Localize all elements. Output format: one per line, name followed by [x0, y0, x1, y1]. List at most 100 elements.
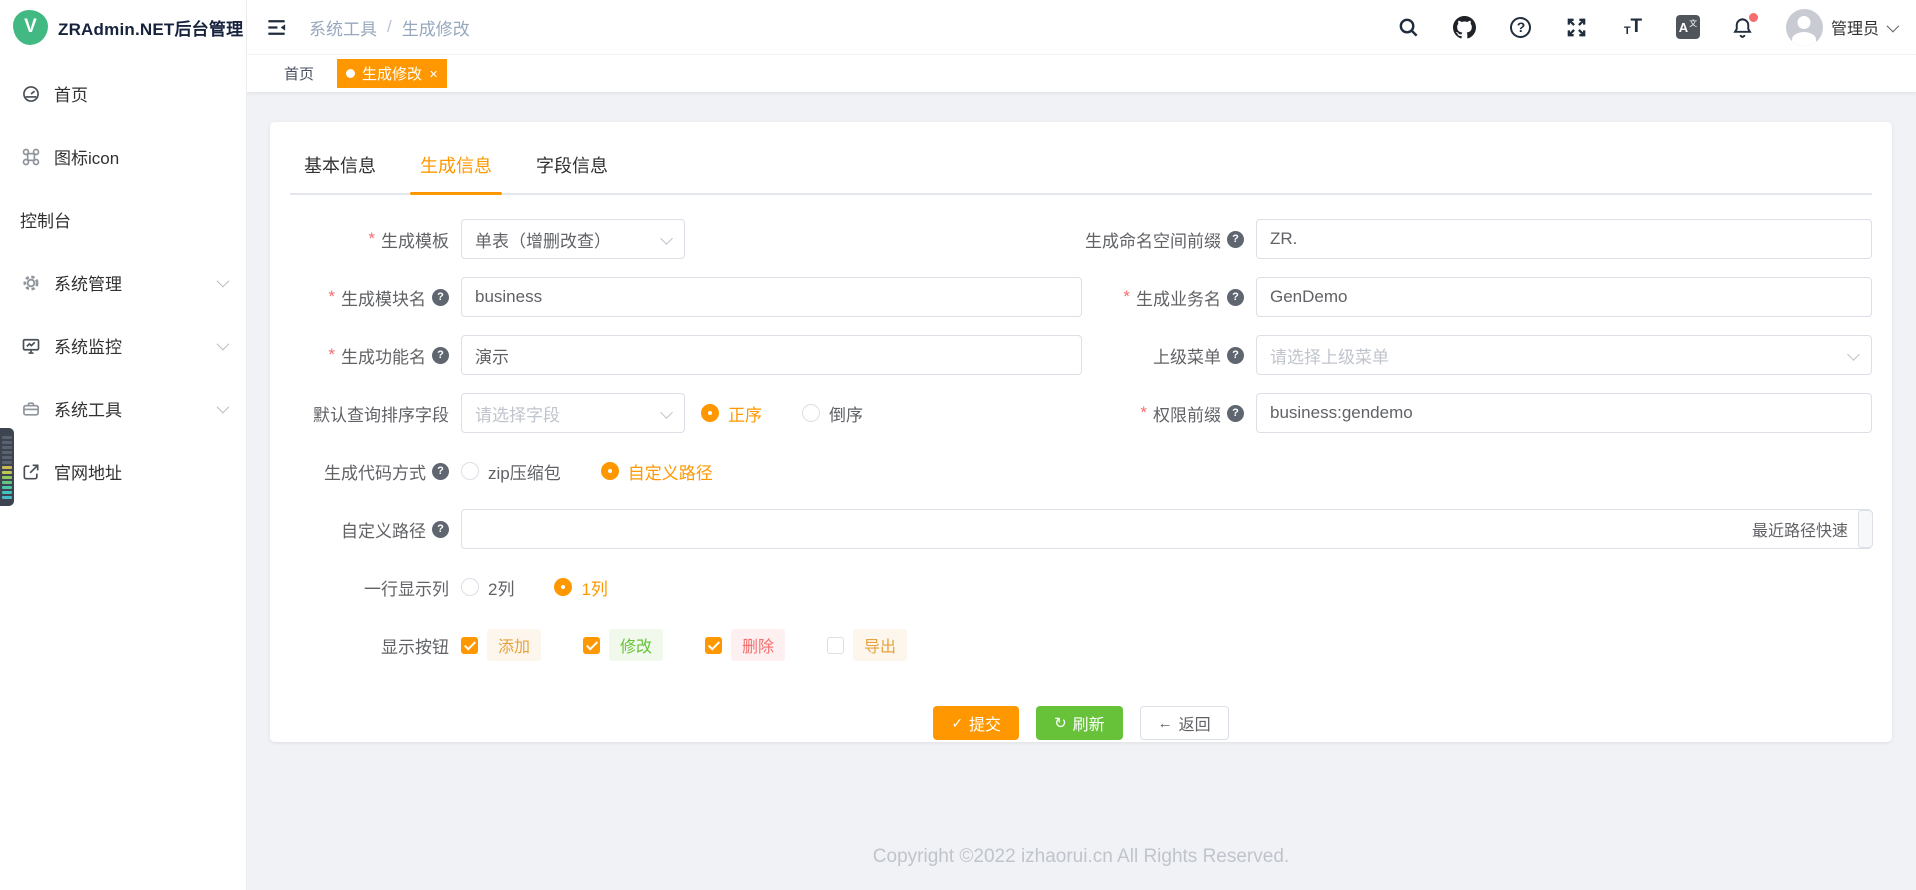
- recent-path-stub[interactable]: [1858, 510, 1873, 548]
- breadcrumb-parent[interactable]: 系统工具: [309, 15, 377, 40]
- sidebar: V ZRAdmin.NET后台管理 首页 图标icon 控制台: [0, 0, 247, 890]
- help-icon[interactable]: [432, 347, 449, 364]
- refresh-button[interactable]: 刷新: [1036, 706, 1123, 740]
- sidebar-item-official-site[interactable]: 官网地址: [0, 440, 246, 503]
- help-icon[interactable]: [1508, 14, 1534, 40]
- chevron-down-icon: [217, 275, 230, 288]
- notification-badge: [1749, 13, 1758, 22]
- namespace-prefix-input[interactable]: [1256, 219, 1872, 259]
- theme-drawer-handle[interactable]: [0, 428, 14, 506]
- checkbox-icon: [461, 637, 478, 654]
- sidebar-item-system-monitor[interactable]: 系统监控: [0, 314, 246, 377]
- sort-field-select[interactable]: 请选择字段: [461, 393, 685, 433]
- sidebar-item-console[interactable]: 控制台: [0, 188, 246, 251]
- radio-two-columns[interactable]: 2列: [461, 575, 514, 600]
- tab-gen-info[interactable]: 生成信息: [420, 152, 492, 193]
- sidebar-item-icons[interactable]: 图标icon: [0, 125, 246, 188]
- radio-icon: [461, 578, 479, 596]
- sidebar-item-system-admin[interactable]: 系统管理: [0, 251, 246, 314]
- sidebar-collapse-icon[interactable]: [263, 14, 289, 40]
- gen-info-form: * 生成模板 单表（增删改查） 生成命名空间前缀: [290, 219, 1872, 740]
- custom-path-input[interactable]: [461, 509, 1872, 549]
- main-area: 系统工具 / 生成修改: [247, 0, 1916, 890]
- radio-desc[interactable]: 倒序: [802, 401, 863, 426]
- parent-menu-label: 上级菜单: [1082, 343, 1244, 368]
- chevron-down-icon: [1847, 348, 1860, 361]
- radio-asc[interactable]: 正序: [701, 401, 762, 426]
- tag-dot-icon: [346, 69, 355, 78]
- columns-radio-group: 2列 1列: [461, 575, 608, 600]
- radio-one-column[interactable]: 1列: [554, 575, 607, 600]
- sidebar-item-label: 系统监控: [54, 333, 122, 358]
- help-icon[interactable]: [1227, 405, 1244, 422]
- tag-active[interactable]: 生成修改: [337, 59, 447, 88]
- business-name-input[interactable]: [1256, 277, 1872, 317]
- user-menu[interactable]: 管理员: [1786, 9, 1896, 46]
- checkbox-export[interactable]: 导出: [827, 629, 907, 661]
- checkbox-icon: [705, 637, 722, 654]
- briefcase-icon: [20, 398, 42, 420]
- external-link-icon: [20, 461, 42, 483]
- sidebar-item-label: 官网地址: [54, 459, 122, 484]
- submit-button[interactable]: 提交: [933, 706, 1019, 740]
- breadcrumb-separator: /: [387, 17, 392, 37]
- bell-icon[interactable]: [1730, 14, 1756, 40]
- help-icon[interactable]: [432, 521, 449, 538]
- custom-path-wrap: 最近路径快速: [461, 509, 1872, 549]
- namespace-prefix-label: 生成命名空间前缀: [1082, 227, 1244, 252]
- sidebar-menu: 首页 图标icon 控制台 系统管理: [0, 54, 246, 503]
- command-icon: [20, 146, 42, 168]
- chevron-down-icon: [217, 338, 230, 351]
- font-size-icon[interactable]: [1620, 14, 1646, 40]
- function-name-input[interactable]: [461, 335, 1082, 375]
- app-title: ZRAdmin.NET后台管理: [58, 15, 243, 40]
- search-icon[interactable]: [1396, 14, 1422, 40]
- chevron-down-icon: [660, 406, 673, 419]
- code-gen-type-radio-group: zip压缩包 自定义路径: [461, 459, 713, 484]
- topbar-actions: 管理员: [1396, 9, 1896, 46]
- parent-menu-select[interactable]: 请选择上级菜单: [1256, 335, 1872, 375]
- help-icon[interactable]: [432, 289, 449, 306]
- tag-label: 生成修改: [362, 63, 422, 84]
- sidebar-item-label: 图标icon: [54, 144, 119, 169]
- tag-home[interactable]: 首页: [273, 59, 325, 88]
- columns-per-row-label: 一行显示列: [290, 575, 449, 600]
- close-icon[interactable]: [429, 66, 438, 81]
- radio-icon: [601, 462, 619, 480]
- checkbox-add[interactable]: 添加: [461, 629, 541, 661]
- checkbox-delete[interactable]: 删除: [705, 629, 785, 661]
- radio-icon: [701, 404, 719, 422]
- dashboard-icon: [20, 83, 42, 105]
- sidebar-item-system-tools[interactable]: 系统工具: [0, 377, 246, 440]
- help-icon[interactable]: [1227, 347, 1244, 364]
- sidebar-item-label: 系统工具: [54, 396, 122, 421]
- app-logo-row[interactable]: V ZRAdmin.NET后台管理: [0, 0, 246, 54]
- help-icon[interactable]: [1227, 231, 1244, 248]
- monitor-icon: [20, 335, 42, 357]
- sidebar-item-label: 系统管理: [54, 270, 122, 295]
- topbar: 系统工具 / 生成修改: [247, 0, 1916, 54]
- module-name-label: * 生成模块名: [290, 285, 449, 310]
- radio-custom-path[interactable]: 自定义路径: [601, 459, 713, 484]
- chevron-down-icon: [217, 401, 230, 414]
- show-buttons-checkbox-group: 添加 修改 删除: [461, 629, 907, 661]
- module-name-input[interactable]: [461, 277, 1082, 317]
- tab-basic-info[interactable]: 基本信息: [304, 152, 376, 193]
- gen-template-select[interactable]: 单表（增删改查）: [461, 219, 685, 259]
- translate-icon[interactable]: [1676, 15, 1700, 39]
- checkbox-icon: [583, 637, 600, 654]
- back-button[interactable]: 返回: [1140, 706, 1229, 740]
- radio-icon: [461, 462, 479, 480]
- fullscreen-icon[interactable]: [1564, 14, 1590, 40]
- github-icon[interactable]: [1452, 14, 1478, 40]
- perm-prefix-input[interactable]: [1256, 393, 1872, 433]
- checkbox-icon: [827, 637, 844, 654]
- checkbox-edit[interactable]: 修改: [583, 629, 663, 661]
- radio-icon: [802, 404, 820, 422]
- radio-zip[interactable]: zip压缩包: [461, 459, 561, 484]
- tab-field-info[interactable]: 字段信息: [536, 152, 608, 193]
- help-icon[interactable]: [432, 463, 449, 480]
- gen-template-label: * 生成模板: [290, 227, 449, 252]
- help-icon[interactable]: [1227, 289, 1244, 306]
- sidebar-item-home[interactable]: 首页: [0, 62, 246, 125]
